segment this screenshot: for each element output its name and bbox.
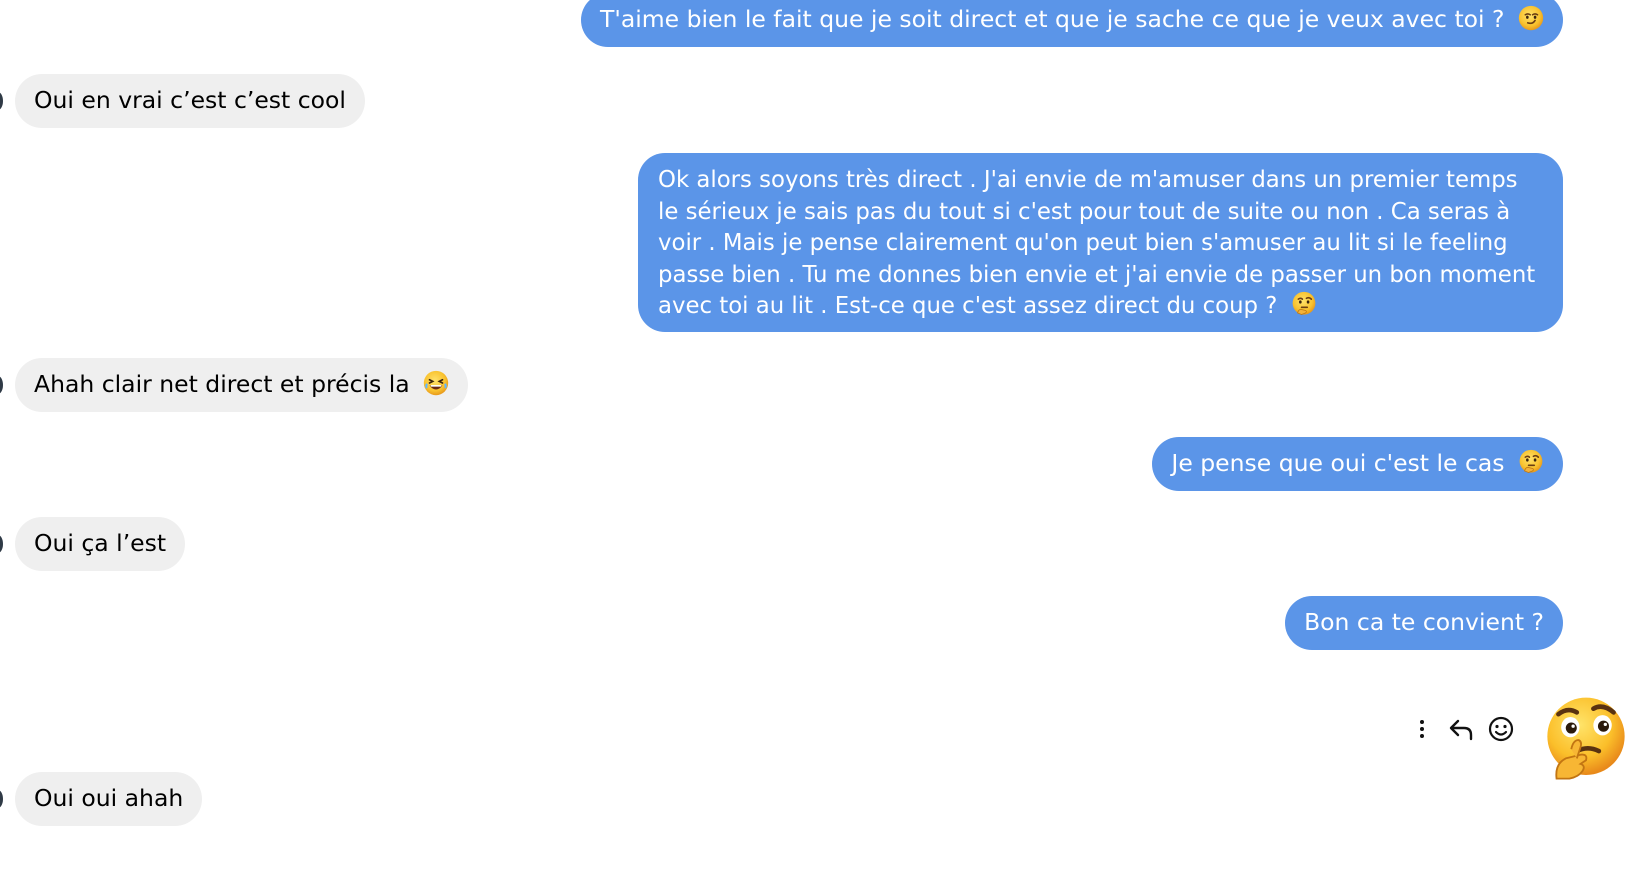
- message-text: Oui en vrai c’est c’est cool: [34, 86, 346, 114]
- reply-icon[interactable]: [1446, 714, 1476, 744]
- outgoing-message[interactable]: Bon ca te convient ?: [1285, 596, 1563, 650]
- incoming-message[interactable]: Oui ça l’est: [15, 517, 186, 571]
- message-text: Bon ca te convient ?: [1304, 608, 1544, 636]
- avatar[interactable]: [0, 92, 3, 110]
- outgoing-message[interactable]: Je pense que oui c'est le cas: [1152, 437, 1563, 491]
- avatar[interactable]: [0, 535, 3, 553]
- message-text: Oui ça l’est: [34, 529, 167, 557]
- message-text: Ahah clair net direct et précis la: [34, 370, 410, 398]
- outgoing-message[interactable]: T'aime bien le fait que je soit direct e…: [581, 0, 1563, 47]
- incoming-message[interactable]: Oui oui ahah: [15, 772, 203, 826]
- incoming-message[interactable]: Oui en vrai c’est c’est cool: [15, 74, 365, 128]
- avatar[interactable]: [0, 376, 3, 394]
- more-options-icon[interactable]: [1407, 714, 1437, 744]
- thinking-face-icon: [1519, 449, 1543, 474]
- message-text: Je pense que oui c'est le cas: [1171, 449, 1505, 477]
- laughing-face-icon: [424, 370, 449, 396]
- message-text: T'aime bien le fait que je soit direct e…: [600, 5, 1505, 33]
- smirk-face-icon: [1518, 5, 1544, 31]
- thinking-face-icon[interactable]: [1540, 694, 1632, 786]
- react-icon[interactable]: [1486, 714, 1516, 744]
- outgoing-message[interactable]: Ok alors soyons très direct . J'ai envie…: [638, 153, 1563, 332]
- avatar[interactable]: [0, 790, 3, 808]
- thinking-face-icon: [1292, 291, 1315, 316]
- message-text: Oui oui ahah: [34, 784, 184, 812]
- message-text: Ok alors soyons très direct . J'ai envie…: [658, 167, 1536, 319]
- incoming-message[interactable]: Ahah clair net direct et précis la: [15, 358, 469, 412]
